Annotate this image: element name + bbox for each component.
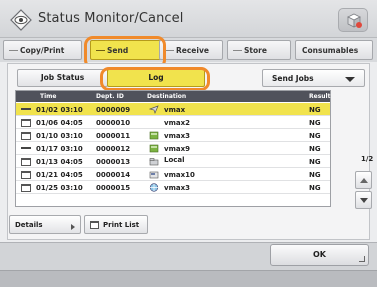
- cell-dept: 0000014: [96, 171, 131, 179]
- send-log-table: Time Dept. ID Destination Result 01/02 0…: [15, 90, 331, 207]
- cell-destination: vmax3: [164, 132, 190, 140]
- document-icon: [21, 108, 31, 110]
- cell-dept: 0000011: [96, 132, 131, 140]
- cell-dept: 0000015: [96, 184, 131, 192]
- tab-indicator: [9, 50, 18, 51]
- cell-dept: 0000013: [96, 158, 131, 166]
- cell-time: 01/06 04:05: [36, 119, 83, 127]
- cell-destination: vmax3: [164, 184, 190, 192]
- col-destination: Destination: [147, 93, 187, 100]
- table-row[interactable]: 01/10 03:10 0000011 vmax3 NG: [16, 129, 330, 142]
- cell-result: NG: [309, 158, 321, 166]
- table-row[interactable]: 01/02 03:10 0000009 vmax NG: [16, 103, 330, 116]
- cube-icon: [347, 13, 362, 28]
- cell-destination: Local: [164, 156, 185, 164]
- status-bar: [0, 270, 377, 287]
- document-icon: [21, 119, 31, 127]
- document-icon: [21, 147, 31, 149]
- table-row[interactable]: 01/21 04:05 0000014 vmax10 NG: [16, 168, 330, 181]
- print-list-button[interactable]: Print List: [84, 215, 148, 234]
- tab-label: Consumables: [302, 46, 359, 55]
- network-icon: [149, 183, 159, 192]
- cell-dept: 0000012: [96, 145, 131, 153]
- col-result: Result: [309, 93, 331, 100]
- table-row[interactable]: 01/25 03:10 0000015 vmax3 NG: [16, 181, 330, 194]
- log-button-callout: [100, 67, 210, 91]
- cell-dept: 0000010: [96, 119, 131, 127]
- arrow-up-icon: [360, 178, 368, 183]
- cell-time: 01/02 03:10: [36, 106, 83, 114]
- tab-indicator: [165, 50, 174, 51]
- cell-time: 01/10 03:10: [36, 132, 83, 140]
- status-monitor-icon: [10, 9, 32, 31]
- folder-icon: [149, 158, 159, 166]
- ok-button[interactable]: OK: [270, 244, 369, 266]
- tab-consumables[interactable]: Consumables: [295, 40, 373, 60]
- job-type-dropdown[interactable]: Send Jobs: [262, 69, 365, 87]
- document-icon: [21, 184, 31, 192]
- document-icon: [21, 132, 31, 140]
- table-row[interactable]: 01/06 04:05 0000010 vmax2 NG: [16, 116, 330, 129]
- tab-copy-print[interactable]: Copy/Print: [3, 40, 82, 60]
- cell-result: NG: [309, 132, 321, 140]
- table-header: Time Dept. ID Destination Result: [16, 91, 330, 102]
- cell-time: 01/13 04:05: [36, 158, 83, 166]
- tab-bar: Copy/Print Send Receive Store Consumable…: [0, 38, 377, 62]
- cell-dept: 0000009: [96, 106, 131, 114]
- corner-icon: [359, 256, 365, 262]
- print-list-label: Print List: [103, 221, 140, 229]
- page-title: Status Monitor/Cancel: [38, 11, 184, 26]
- document-icon: [21, 158, 31, 166]
- col-dept: Dept. ID: [96, 93, 124, 100]
- cell-destination: vmax2: [164, 119, 190, 127]
- details-label: Details: [15, 221, 43, 229]
- scroll-down-button[interactable]: [355, 191, 372, 209]
- cell-time: 01/25 03:10: [36, 184, 83, 192]
- cell-result: NG: [309, 145, 321, 153]
- document-icon: [21, 171, 31, 179]
- page-indicator: 1/2: [361, 155, 374, 163]
- scroll-up-button[interactable]: [355, 171, 372, 189]
- tab-label: Receive: [176, 46, 209, 55]
- cell-destination: vmax10: [164, 171, 195, 179]
- tab-indicator: [233, 50, 242, 51]
- cell-destination: vmax: [164, 106, 186, 114]
- email-icon: [149, 105, 159, 114]
- chevron-down-icon: [345, 77, 355, 82]
- cell-result: NG: [309, 184, 321, 192]
- cell-result: NG: [309, 171, 321, 179]
- ok-label: OK: [313, 250, 326, 259]
- tab-label: Store: [244, 46, 267, 55]
- monitor-button[interactable]: [338, 8, 368, 32]
- tab-receive[interactable]: Receive: [159, 40, 223, 60]
- table-row[interactable]: 01/17 03:10 0000012 vmax9 NG: [16, 142, 330, 155]
- dropdown-value: Send Jobs: [272, 74, 314, 83]
- server-icon: [149, 144, 159, 153]
- job-status-button[interactable]: Job Status: [17, 69, 108, 87]
- tab-store[interactable]: Store: [227, 40, 291, 60]
- title-bar: Status Monitor/Cancel: [0, 0, 377, 38]
- table-row[interactable]: 01/13 04:05 0000013 Local NG: [16, 155, 330, 168]
- status-monitor-screen: Status Monitor/Cancel Copy/Print Send Re…: [0, 0, 377, 287]
- cell-result: NG: [309, 119, 321, 127]
- cell-time: 01/21 04:05: [36, 171, 83, 179]
- arrow-down-icon: [360, 198, 368, 203]
- cell-destination: vmax9: [164, 145, 190, 153]
- tab-label: Copy/Print: [20, 46, 65, 55]
- fax-icon: [149, 171, 159, 179]
- arrow-right-icon: [71, 224, 75, 230]
- cell-result: NG: [309, 106, 321, 114]
- print-icon: [90, 221, 99, 229]
- details-button[interactable]: Details: [9, 215, 81, 234]
- server-icon: [149, 131, 159, 140]
- col-time: Time: [40, 93, 57, 100]
- cell-time: 01/17 03:10: [36, 145, 83, 153]
